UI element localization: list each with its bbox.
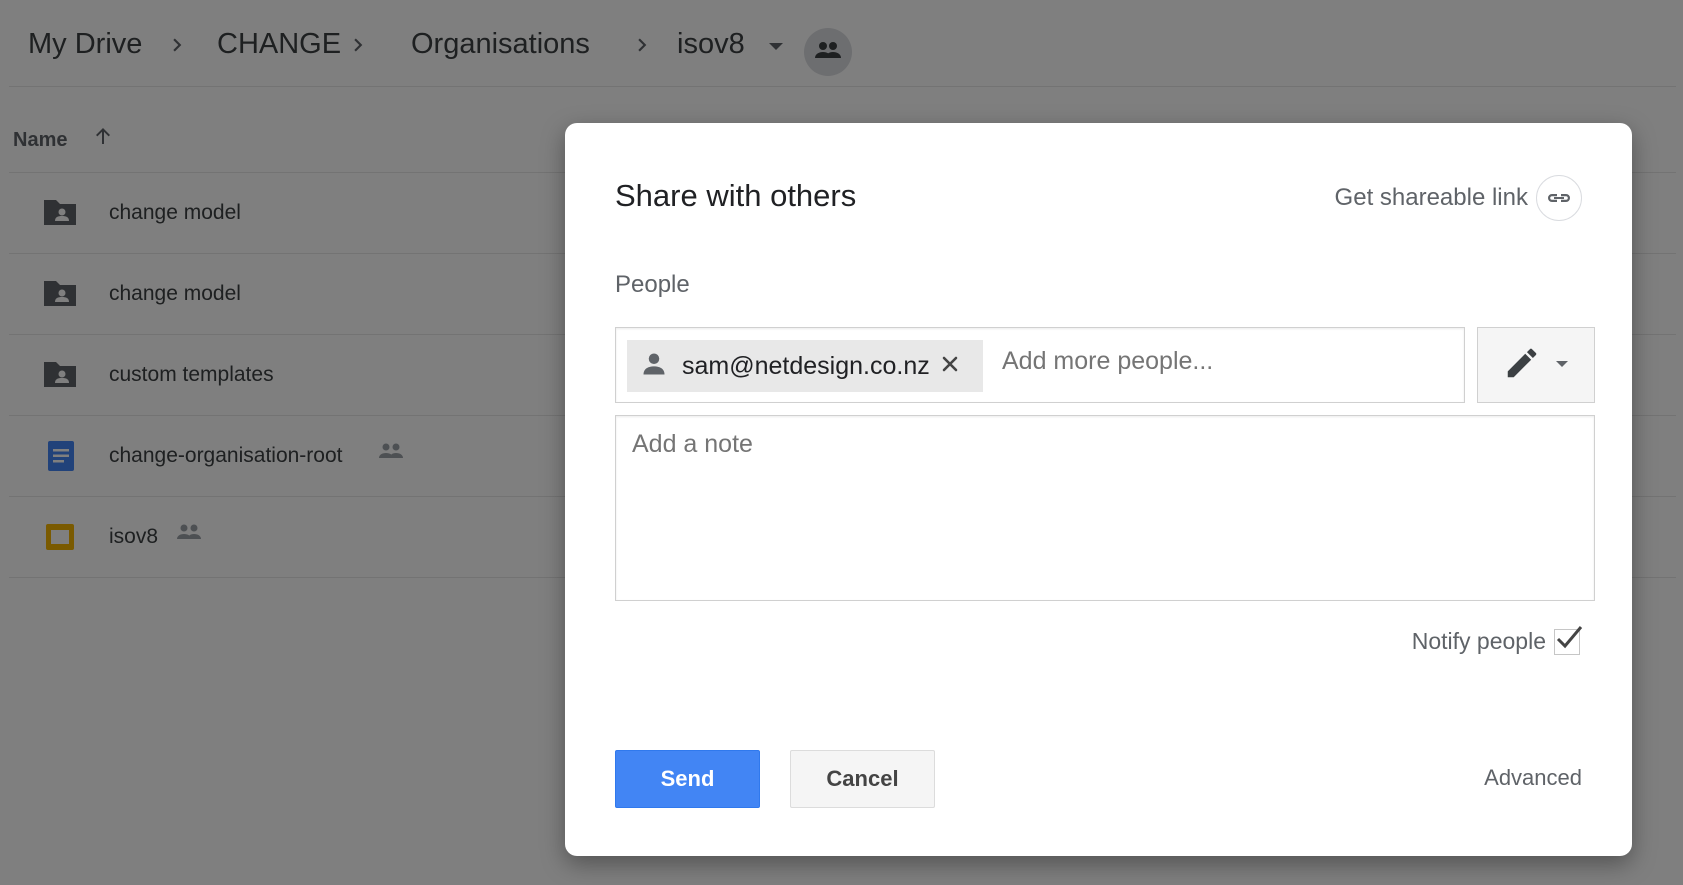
note-box bbox=[615, 415, 1595, 601]
advanced-link[interactable]: Advanced bbox=[1484, 765, 1582, 791]
get-shareable-link-label: Get shareable link bbox=[1334, 184, 1528, 211]
permission-dropdown-button[interactable] bbox=[1477, 327, 1595, 403]
remove-recipient-icon[interactable] bbox=[942, 356, 958, 377]
pencil-edit-icon bbox=[1503, 344, 1541, 387]
cancel-button[interactable]: Cancel bbox=[790, 750, 935, 808]
notify-people-checkbox[interactable] bbox=[1554, 625, 1583, 655]
notify-people[interactable]: Notify people bbox=[1411, 625, 1583, 655]
link-icon[interactable] bbox=[1536, 175, 1582, 221]
recipient-chip[interactable]: sam@netdesign.co.nz bbox=[627, 340, 983, 392]
get-shareable-link[interactable]: Get shareable link bbox=[1335, 175, 1582, 221]
share-dialog: Share with others Get shareable link Peo… bbox=[565, 123, 1632, 856]
add-note-textarea[interactable] bbox=[616, 416, 1594, 600]
add-people-input[interactable] bbox=[1000, 346, 1444, 377]
people-input-box[interactable]: sam@netdesign.co.nz bbox=[615, 327, 1465, 403]
caret-down-icon bbox=[1555, 356, 1569, 374]
send-button[interactable]: Send bbox=[615, 750, 760, 808]
people-label: People bbox=[615, 271, 690, 298]
dialog-title: Share with others bbox=[615, 178, 857, 213]
recipient-email: sam@netdesign.co.nz bbox=[682, 351, 930, 380]
person-icon bbox=[640, 350, 670, 383]
notify-people-label: Notify people bbox=[1411, 628, 1546, 654]
